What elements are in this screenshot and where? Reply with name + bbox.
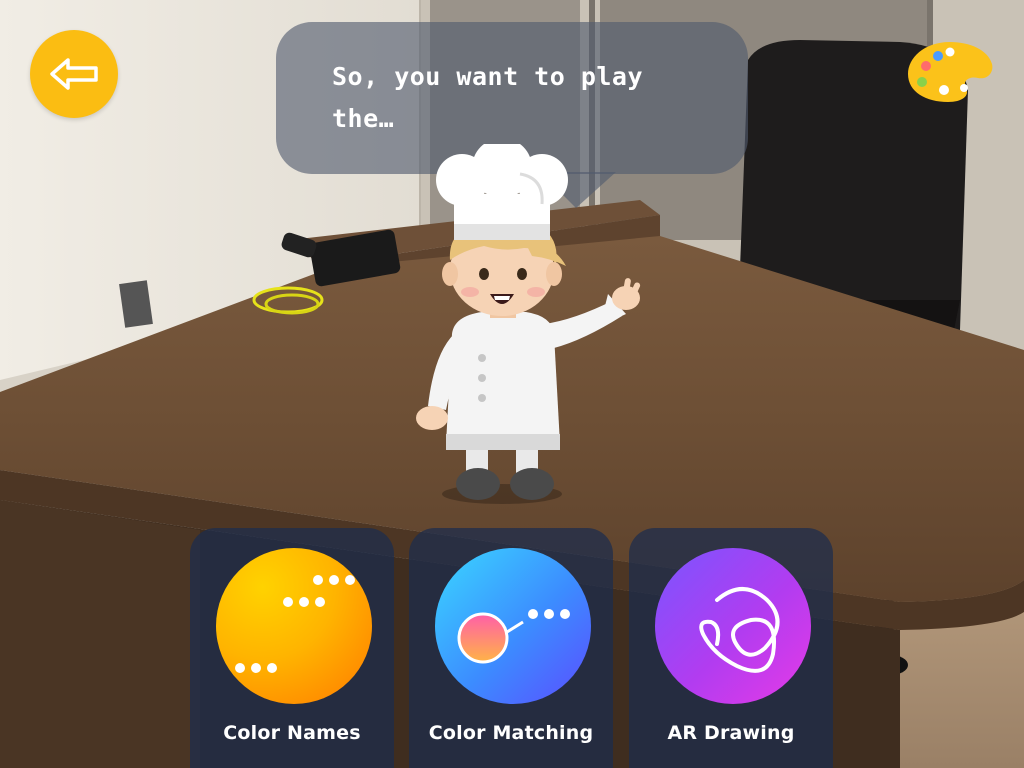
ar-drawing-badge: [655, 548, 811, 704]
chef-character: [416, 144, 641, 504]
ar-drawing-card[interactable]: AR Drawing: [629, 528, 833, 768]
color-matching-label: Color Matching: [428, 722, 594, 744]
back-button[interactable]: [30, 30, 118, 118]
color-names-label: Color Names: [223, 722, 361, 744]
arrow-left-icon: [50, 58, 98, 90]
match-icon: [457, 609, 570, 664]
color-matching-badge: [435, 548, 591, 704]
color-names-badge: [216, 548, 372, 704]
ar-drawing-label: AR Drawing: [667, 722, 795, 744]
speech-bubble-line-2: the…: [332, 104, 395, 133]
palette-button[interactable]: [904, 38, 996, 110]
game-selector: Color Names Color Matching AR Drawing: [190, 528, 834, 768]
paint-palette-icon: [908, 42, 993, 102]
scribble-icon: [699, 587, 780, 673]
color-matching-card[interactable]: Color Matching: [409, 528, 613, 768]
color-names-card[interactable]: Color Names: [190, 528, 394, 768]
speech-bubble-line-1: So, you want to play: [332, 62, 644, 91]
dots-icon: [235, 575, 355, 673]
